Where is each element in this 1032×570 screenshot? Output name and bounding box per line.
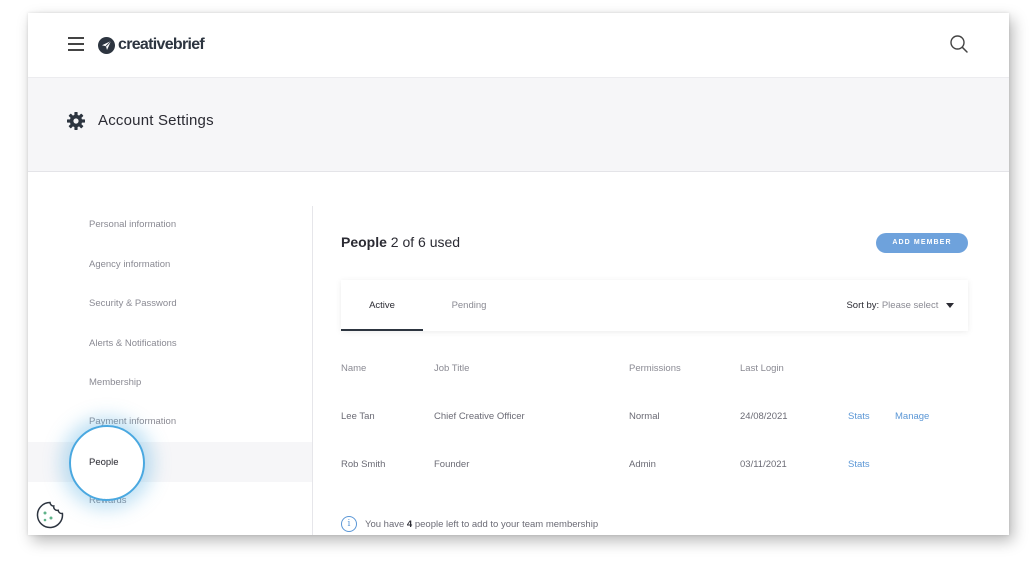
- cookie-icon[interactable]: [35, 500, 65, 535]
- sidebar-item-agency-information[interactable]: Agency information: [28, 245, 312, 285]
- sidebar-divider: [312, 206, 313, 535]
- caret-down-icon: [946, 302, 954, 308]
- membership-info-note: i You have 4 people left to add to your …: [341, 516, 598, 532]
- brand-name: creativebrief: [118, 36, 205, 53]
- column-header-last-login: Last Login: [740, 363, 784, 374]
- sort-value: Please select: [881, 300, 939, 311]
- paper-plane-icon: [98, 36, 115, 54]
- sort-label: Sort by:: [846, 300, 880, 311]
- sidebar-item-personal-information[interactable]: Personal information: [28, 205, 312, 245]
- member-permissions: Admin: [629, 459, 656, 470]
- sidebar-item-rewards[interactable]: Rewards: [28, 481, 312, 521]
- sidebar-item-security-password[interactable]: Security & Password: [28, 284, 312, 324]
- column-header-permissions: Permissions: [629, 363, 681, 374]
- brand-logo[interactable]: creativebrief: [98, 34, 205, 56]
- search-icon[interactable]: [949, 34, 969, 59]
- manage-link[interactable]: Manage: [895, 411, 929, 423]
- sidebar-item-payment-information[interactable]: Payment information: [28, 402, 312, 442]
- member-permissions: Normal: [629, 411, 660, 422]
- table-row: Rob Smith Founder Admin 03/11/2021 Stats: [341, 459, 968, 489]
- highlighted-people-label[interactable]: People: [89, 457, 119, 468]
- people-tab-bar: Active Pending Sort by: Please select: [341, 280, 968, 331]
- member-last-login: 03/11/2021: [740, 459, 787, 470]
- info-text-suffix: people left to add to your team membersh…: [414, 518, 599, 530]
- info-icon: i: [341, 516, 357, 532]
- settings-sidebar: Personal information Agency information …: [28, 193, 313, 535]
- page-title: Account Settings: [98, 112, 214, 129]
- gear-icon: [66, 111, 86, 136]
- sidebar-item-membership[interactable]: Membership: [28, 363, 312, 403]
- sidebar-item-people[interactable]: People: [28, 442, 312, 482]
- people-title: People 2 of 6 used: [341, 234, 460, 250]
- table-row: Lee Tan Chief Creative Officer Normal 24…: [341, 411, 968, 441]
- member-name: Lee Tan: [341, 411, 375, 422]
- tab-active[interactable]: Active: [341, 280, 423, 331]
- tab-pending[interactable]: Pending: [423, 280, 515, 331]
- member-job-title: Chief Creative Officer: [434, 411, 525, 422]
- member-name: Rob Smith: [341, 459, 386, 470]
- stats-link[interactable]: Stats: [848, 411, 870, 423]
- top-bar: creativebrief: [28, 13, 1009, 78]
- app-window: creativebrief Account Settings Personal …: [28, 13, 1009, 535]
- page-header: Account Settings: [28, 78, 1009, 172]
- sort-dropdown[interactable]: Sort by: Please select: [846, 280, 954, 331]
- member-job-title: Founder: [434, 459, 470, 470]
- people-panel: People 2 of 6 used ADD MEMBER Active Pen…: [341, 193, 981, 535]
- column-header-job-title: Job Title: [434, 363, 470, 374]
- add-member-button[interactable]: ADD MEMBER: [876, 233, 968, 253]
- member-last-login: 24/08/2021: [740, 411, 788, 422]
- sidebar-item-alerts-notifications[interactable]: Alerts & Notifications: [28, 324, 312, 364]
- people-title-label: People: [341, 234, 387, 250]
- info-count: 4: [406, 518, 413, 530]
- people-usage-count: 2 of 6 used: [386, 234, 461, 250]
- column-header-name: Name: [341, 363, 367, 374]
- stats-link[interactable]: Stats: [848, 459, 870, 471]
- info-text-prefix: You have: [365, 518, 405, 530]
- hamburger-menu-icon[interactable]: [68, 37, 84, 51]
